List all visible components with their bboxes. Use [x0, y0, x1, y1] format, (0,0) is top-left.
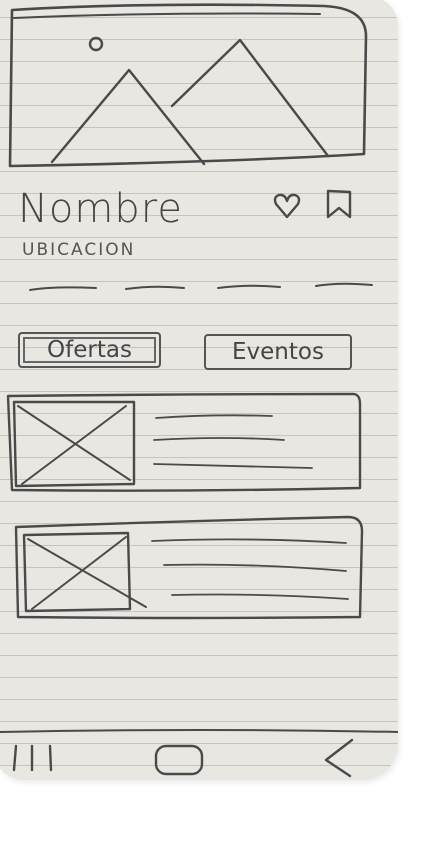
description-placeholder: [29, 282, 373, 291]
hero-image: [8, 3, 368, 168]
nav-bar: [0, 729, 398, 778]
bookmark-icon[interactable]: [324, 188, 354, 220]
phone-screen: Nombre Ubicacion Ofertas Eventos: [0, 0, 398, 780]
tab-eventos[interactable]: Eventos: [204, 334, 352, 370]
image-placeholder-icon: [8, 3, 368, 168]
image-placeholder-icon: [12, 400, 136, 488]
list-item[interactable]: [12, 513, 364, 623]
place-name: Nombre: [18, 186, 183, 232]
recents-icon[interactable]: [12, 744, 53, 772]
image-placeholder-icon: [22, 531, 147, 613]
list-item[interactable]: [4, 392, 362, 492]
home-icon[interactable]: [154, 744, 204, 776]
heart-icon[interactable]: [272, 192, 302, 220]
place-location: Ubicacion: [22, 240, 136, 260]
back-icon[interactable]: [324, 738, 354, 778]
tab-ofertas[interactable]: Ofertas: [18, 332, 161, 368]
